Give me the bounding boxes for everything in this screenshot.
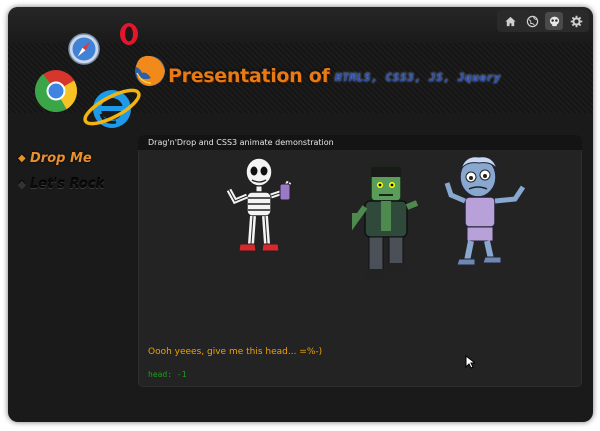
sidebar-nav: ◆ Drop Me ◆ Let's Rock xyxy=(18,147,128,199)
header: Presentation of HTML5, CSS3, JS, Jquery xyxy=(8,7,593,128)
chrome-logo xyxy=(34,70,78,113)
sidebar-item-lets-rock[interactable]: ◆ Let's Rock xyxy=(18,173,128,195)
gear-icon[interactable] xyxy=(567,12,585,30)
mouse-cursor-icon xyxy=(465,355,475,369)
opera-logo xyxy=(120,23,138,45)
bullet-icon: ◆ xyxy=(18,152,26,164)
safari-logo xyxy=(68,33,100,65)
skull-icon[interactable] xyxy=(545,12,563,30)
panel-title: Drag'n'Drop and CSS3 animate demonstrati… xyxy=(138,135,582,150)
page-subtitle: HTML5, CSS3, JS, Jquery xyxy=(335,71,502,84)
sidebar-item-label: Drop Me xyxy=(30,150,92,166)
sidebar-item-label: Let's Rock xyxy=(30,176,105,192)
internet-explorer-logo xyxy=(83,88,141,128)
status-message: Oooh yeees, give me this head... =%-) xyxy=(148,347,323,357)
skeleton-character[interactable] xyxy=(225,156,305,258)
demo-panel: Drag'n'Drop and CSS3 animate demonstrati… xyxy=(138,135,582,387)
bullet-icon: ◆ xyxy=(18,178,26,190)
page-title: Presentation of xyxy=(168,65,330,87)
console-output: head: -1 xyxy=(148,370,187,379)
zombie-character[interactable] xyxy=(443,153,533,271)
sidebar-item-drop-me[interactable]: ◆ Drop Me xyxy=(18,147,128,169)
firefox-logo xyxy=(135,55,165,86)
home-icon[interactable] xyxy=(501,12,519,30)
toolbar xyxy=(497,10,589,32)
browser-logos xyxy=(34,23,165,128)
app-window: Presentation of HTML5, CSS3, JS, Jquery … xyxy=(8,7,593,422)
frankenstein-character[interactable] xyxy=(351,163,421,283)
globe-icon[interactable] xyxy=(523,12,541,30)
